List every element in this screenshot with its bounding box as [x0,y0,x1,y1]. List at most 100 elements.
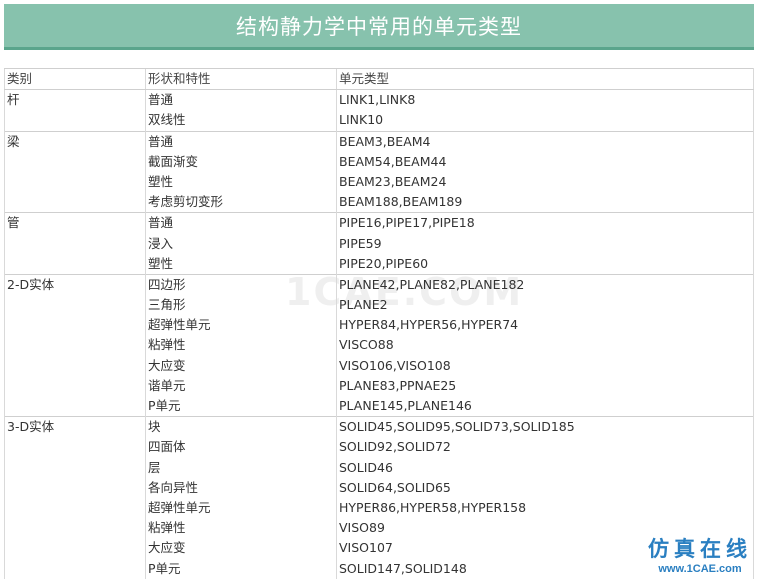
category-cell [4,396,146,417]
element-type-cell: BEAM3,BEAM4 [336,130,754,152]
element-type-cell: PIPE16,PIPE17,PIPE18 [336,212,754,234]
shape-cell: 超弹性单元 [145,315,337,336]
category-cell [4,171,146,193]
shape-cell: 四边形 [145,273,337,296]
shape-cell: 粘弹性 [145,335,337,356]
element-type-cell: HYPER84,HYPER56,HYPER74 [336,315,754,336]
category-cell [4,355,146,376]
element-type-cell: SOLID45,SOLID95,SOLID73,SOLID185 [336,416,754,438]
table-row: 浸入 PIPE59 [4,233,754,254]
shape-cell: 各向异性 [145,477,337,498]
shape-cell: 三角形 [145,295,337,316]
shape-cell: P单元 [145,396,337,417]
table-row: 谐单元 PLANE83,PPNAE25 [4,375,754,396]
category-cell [4,375,146,396]
shape-cell: 超弹性单元 [145,497,337,519]
element-type-cell: SOLID64,SOLID65 [336,477,754,498]
category-cell: 3-D实体 [4,416,146,438]
category-cell [4,538,146,559]
category-cell [4,315,146,336]
header-element-type: 单元类型 [336,67,754,91]
logo-url: www.1CAE.com [658,563,742,575]
shape-cell: 层 [145,457,337,478]
category-cell [4,110,146,132]
shape-cell: 大应变 [145,538,337,559]
element-type-cell: VISCO88 [336,335,754,356]
element-type-cell: BEAM54,BEAM44 [336,151,754,172]
shape-cell: 大应变 [145,355,337,376]
category-cell: 梁 [4,130,146,152]
table-row: P单元 PLANE145,PLANE146 [4,396,754,417]
category-cell [4,253,146,275]
table-row: 四面体 SOLID92,SOLID72 [4,437,754,458]
table-row: 各向异性 SOLID64,SOLID65 [4,477,754,498]
shape-cell: 普通 [145,89,337,111]
category-cell [4,477,146,498]
table-row: 2-D实体 四边形 PLANE42,PLANE82,PLANE182 [4,273,754,296]
table-row: 粘弹性 VISCO88 [4,335,754,356]
category-cell [4,151,146,172]
table-header-row: 类别 形状和特性 单元类型 [4,67,754,91]
category-cell: 2-D实体 [4,273,146,296]
category-cell: 杆 [4,89,146,111]
shape-cell: 谐单元 [145,375,337,396]
element-type-cell: BEAM188,BEAM189 [336,192,754,213]
shape-cell: 塑性 [145,171,337,193]
shape-cell: 考虑剪切变形 [145,192,337,213]
shape-cell: 四面体 [145,437,337,458]
table-row: 管普通 PIPE16,PIPE17,PIPE18 [4,212,754,234]
table-row: 双线性 LINK10 [4,110,754,132]
table-row: 塑性 PIPE20,PIPE60 [4,253,754,275]
table-row: 大应变 VISO106,VISO108 [4,355,754,376]
shape-cell: 双线性 [145,110,337,132]
header-shape: 形状和特性 [145,67,337,91]
logo-text: 仿真在线 [648,536,752,561]
shape-cell: 普通 [145,130,337,152]
table-row: 杆普通 LINK1,LINK8 [4,89,754,111]
shape-cell: 塑性 [145,253,337,275]
element-type-cell: PLANE42,PLANE82,PLANE182 [336,273,754,296]
element-type-cell: LINK10 [336,110,754,132]
category-cell [4,457,146,478]
category-cell [4,192,146,213]
element-type-cell: SOLID92,SOLID72 [336,437,754,458]
title-banner: 结构静力学中常用的单元类型 [4,4,754,50]
element-type-cell: LINK1,LINK8 [336,89,754,111]
header-category: 类别 [4,67,146,91]
element-type-cell: PIPE59 [336,233,754,254]
category-cell [4,295,146,316]
category-cell [4,558,146,579]
shape-cell: 浸入 [145,233,337,254]
element-type-cell: HYPER86,HYPER58,HYPER158 [336,497,754,519]
table-row: 塑性 BEAM23,BEAM24 [4,171,754,193]
shape-cell: P单元 [145,558,337,579]
element-type-cell: PLANE145,PLANE146 [336,396,754,417]
category-cell [4,518,146,539]
table-row: 三角形 PLANE2 [4,295,754,316]
table-row: 截面渐变 BEAM54,BEAM44 [4,151,754,172]
category-cell [4,497,146,519]
shape-cell: 普通 [145,212,337,234]
element-type-table: 类别 形状和特性 单元类型 杆普通 LINK1,LINK8 双线性 LINK10 梁普通… [4,67,754,579]
table-row: 粘弹性 VISO89 [4,518,754,539]
element-type-cell: PLANE83,PPNAE25 [336,375,754,396]
element-type-cell: SOLID46 [336,457,754,478]
page-title: 结构静力学中常用的单元类型 [236,14,522,39]
table-row: 层 SOLID46 [4,457,754,478]
category-cell: 管 [4,212,146,234]
table-row: 3-D实体块 SOLID45,SOLID95,SOLID73,SOLID185 [4,416,754,438]
table-row: 超弹性单元 HYPER84,HYPER56,HYPER74 [4,315,754,336]
table-row: 大应变 VISO107 [4,538,754,559]
shape-cell: 块 [145,416,337,438]
table-row: 梁普通 BEAM3,BEAM4 [4,130,754,152]
table-row: 考虑剪切变形 BEAM188,BEAM189 [4,192,754,213]
element-type-cell: PLANE2 [336,295,754,316]
table-row: 超弹性单元 HYPER86,HYPER58,HYPER158 [4,497,754,519]
site-logo: 仿真在线 www.1CAE.com [648,533,752,575]
shape-cell: 截面渐变 [145,151,337,172]
category-cell [4,335,146,356]
element-type-cell: VISO106,VISO108 [336,355,754,376]
element-type-cell: BEAM23,BEAM24 [336,171,754,193]
shape-cell: 粘弹性 [145,518,337,539]
category-cell [4,437,146,458]
